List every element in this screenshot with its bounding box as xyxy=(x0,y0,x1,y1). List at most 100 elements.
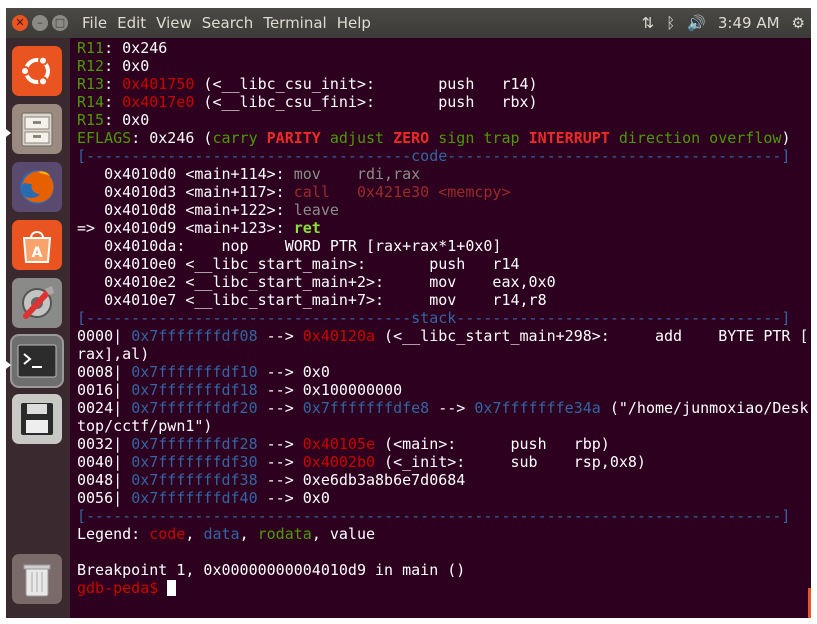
text-cursor xyxy=(167,580,177,596)
terminal-window[interactable]: R11: 0x246 R12: 0x0 R13: 0x401750 (<__libc… xyxy=(70,38,811,618)
network-icon[interactable]: ⇅ xyxy=(642,14,655,32)
terminal-text: 0x4010d3 <main+117>: xyxy=(77,183,294,201)
terminal-line: [------------------------------------cod… xyxy=(77,147,790,165)
terminal-text: : 0x0 xyxy=(104,57,150,75)
terminal-text: 0x4017e0 xyxy=(122,93,195,111)
terminal-text: 0x7fffffffdf20 xyxy=(131,399,258,417)
terminal-text: ) xyxy=(781,129,791,147)
terminal-line: [------------------------------------sta… xyxy=(77,309,790,327)
terminal-text: 0x7fffffffdfe8 xyxy=(302,399,430,417)
terminal-line: R14: 0x4017e0 (<__libc_csu_fini>: push r… xyxy=(77,93,538,111)
terminal-text: 0048| xyxy=(77,471,132,489)
bluetooth-icon[interactable]: ᛒ xyxy=(666,14,675,32)
terminal-text: leave xyxy=(293,201,339,219)
terminal-line: 0016| 0x7fffffffdf18 --> 0x100000000 xyxy=(77,381,402,399)
volume-icon[interactable]: 🔊 xyxy=(687,14,706,32)
terminal-text: ret xyxy=(293,219,321,237)
menu-file[interactable]: File xyxy=(82,8,107,38)
terminal-scrollbar[interactable] xyxy=(808,588,811,618)
terminal-text: ZERO xyxy=(393,129,430,147)
terminal-text: 0x401750 xyxy=(122,75,195,93)
terminal-text: 0x4010e2 <__libc_start_main+2>: mov eax,… xyxy=(77,273,556,291)
terminal-text: => 0x4010d9 <main+123>: xyxy=(77,219,294,237)
terminal-text: Breakpoint 1, 0x00000000004010d9 in main… xyxy=(77,561,466,579)
terminal-text: mov rdi,rax xyxy=(293,165,421,183)
menu-help[interactable]: Help xyxy=(337,8,371,38)
launcher-sidebar: A xyxy=(6,38,70,618)
terminal-line: 0056| 0x7fffffffdf40 --> 0x0 xyxy=(77,489,330,507)
terminal-line: Legend: code, data, rodata, value xyxy=(77,525,375,543)
terminal-text: 0040| xyxy=(77,453,132,471)
terminal-line: => 0x4010d9 <main+123>: ret xyxy=(77,219,321,237)
terminal-text: 0x7fffffffdf30 xyxy=(131,453,258,471)
terminal-line: 0040| 0x7fffffffdf30 --> 0x4002b0 (<_ini… xyxy=(77,453,646,471)
menu-terminal[interactable]: Terminal xyxy=(263,8,326,38)
terminal-text: top/cctf/pwn1") xyxy=(77,417,213,435)
terminal-line: gdb-peda$ xyxy=(77,579,177,597)
terminal-text: --> xyxy=(257,399,303,417)
software-center-icon[interactable]: A xyxy=(12,220,62,270)
terminal-line: 0x4010d8 <main+122>: leave xyxy=(77,201,339,219)
terminal-text: R14 xyxy=(77,93,105,111)
clock[interactable]: 3:49 AM xyxy=(718,14,780,32)
application-menu: File Edit View Search Terminal Help xyxy=(82,8,381,38)
terminal-text: R12 xyxy=(77,57,105,75)
settings-icon[interactable]: ⚙ xyxy=(792,14,805,32)
terminal-text: 0x40105e xyxy=(302,435,376,453)
terminal-text: 0000| xyxy=(77,327,132,345)
terminal-text: 0x40120a xyxy=(302,327,376,345)
terminal-line: R13: 0x401750 (<__libc_csu_init>: push r… xyxy=(77,75,538,93)
menu-view[interactable]: View xyxy=(156,8,192,38)
terminal-text: 0x7fffffffe34a xyxy=(474,399,601,417)
terminal-line: 0048| 0x7fffffffdf38 --> 0xe6db3a8b6e7d0… xyxy=(77,471,465,489)
terminal-text: 0x7fffffffdf40 xyxy=(131,489,258,507)
terminal-text: : xyxy=(104,75,123,93)
terminal-text: 0x4010e0 <__libc_start_main>: push r14 xyxy=(77,255,520,273)
terminal-text: INTERRUPT xyxy=(528,129,610,147)
terminal-text: : xyxy=(104,93,123,111)
terminal-line: [---------------------------------------… xyxy=(77,507,790,525)
terminal-text: : 0x246 xyxy=(104,39,168,57)
terminal-text: 0x7fffffffdf38 xyxy=(131,471,258,489)
terminal-text: : 0x246 ( xyxy=(131,129,213,147)
terminal-line: 0x4010d0 <main+114>: mov rdi,rax xyxy=(77,165,420,183)
terminal-text: 0x4010d8 <main+122>: xyxy=(77,201,294,219)
terminal-text: : 0x0 xyxy=(104,111,150,129)
terminal-line: EFLAGS: 0x246 (carry PARITY adjust ZERO … xyxy=(77,129,790,147)
files-icon[interactable] xyxy=(12,104,62,154)
terminal-text: R11 xyxy=(77,39,105,57)
menu-edit[interactable]: Edit xyxy=(117,8,146,38)
firefox-icon[interactable] xyxy=(12,162,62,212)
system-settings-icon[interactable] xyxy=(12,278,62,328)
terminal-text: adjust xyxy=(320,129,394,147)
terminal-icon[interactable] xyxy=(12,336,62,386)
terminal-text: --> xyxy=(429,399,475,417)
close-window-button[interactable]: ✕ xyxy=(12,15,28,31)
terminal-text: [------------------------------------sta… xyxy=(77,309,791,327)
trash-icon[interactable] xyxy=(12,554,62,604)
screen: ✕ – □ File Edit View Search Terminal Hel… xyxy=(6,8,811,618)
terminal-text: gdb-peda$ xyxy=(77,579,168,597)
terminal-text: 0x4010da: nop WORD PTR [rax+rax*1+0x0] xyxy=(77,237,502,255)
terminal-text: R15 xyxy=(77,111,105,129)
terminal-line: R11: 0x246 xyxy=(77,39,167,57)
top-menu-bar: ✕ – □ File Edit View Search Terminal Hel… xyxy=(6,8,811,38)
menu-search[interactable]: Search xyxy=(202,8,254,38)
terminal-text: --> xyxy=(257,453,303,471)
terminal-text: 0x4002b0 xyxy=(302,453,376,471)
terminal-text: 0x4010e7 <__libc_start_main+7>: mov r14,… xyxy=(77,291,547,309)
disks-icon[interactable] xyxy=(12,394,62,444)
terminal-text: 0x7fffffffdf28 xyxy=(131,435,258,453)
terminal-text: 0032| xyxy=(77,435,132,453)
terminal-line: 0000| 0x7fffffffdf08 --> 0x40120a (<__li… xyxy=(77,327,809,345)
terminal-line: 0x4010e0 <__libc_start_main>: push r14 xyxy=(77,255,520,273)
terminal-line: 0x4010e2 <__libc_start_main+2>: mov eax,… xyxy=(77,273,556,291)
terminal-line: 0008| 0x7fffffffdf10 --> 0x0 xyxy=(77,363,330,381)
ubuntu-dash-icon[interactable] xyxy=(12,46,62,96)
minimize-window-button[interactable]: – xyxy=(32,15,48,31)
terminal-text: PARITY xyxy=(266,129,321,147)
terminal-text: ("/home/junmoxiao/Desk xyxy=(600,399,809,417)
terminal-text: 0008| xyxy=(77,363,132,381)
terminal-text: (<main>: push rbp) xyxy=(375,435,610,453)
maximize-window-button[interactable]: □ xyxy=(52,15,68,31)
